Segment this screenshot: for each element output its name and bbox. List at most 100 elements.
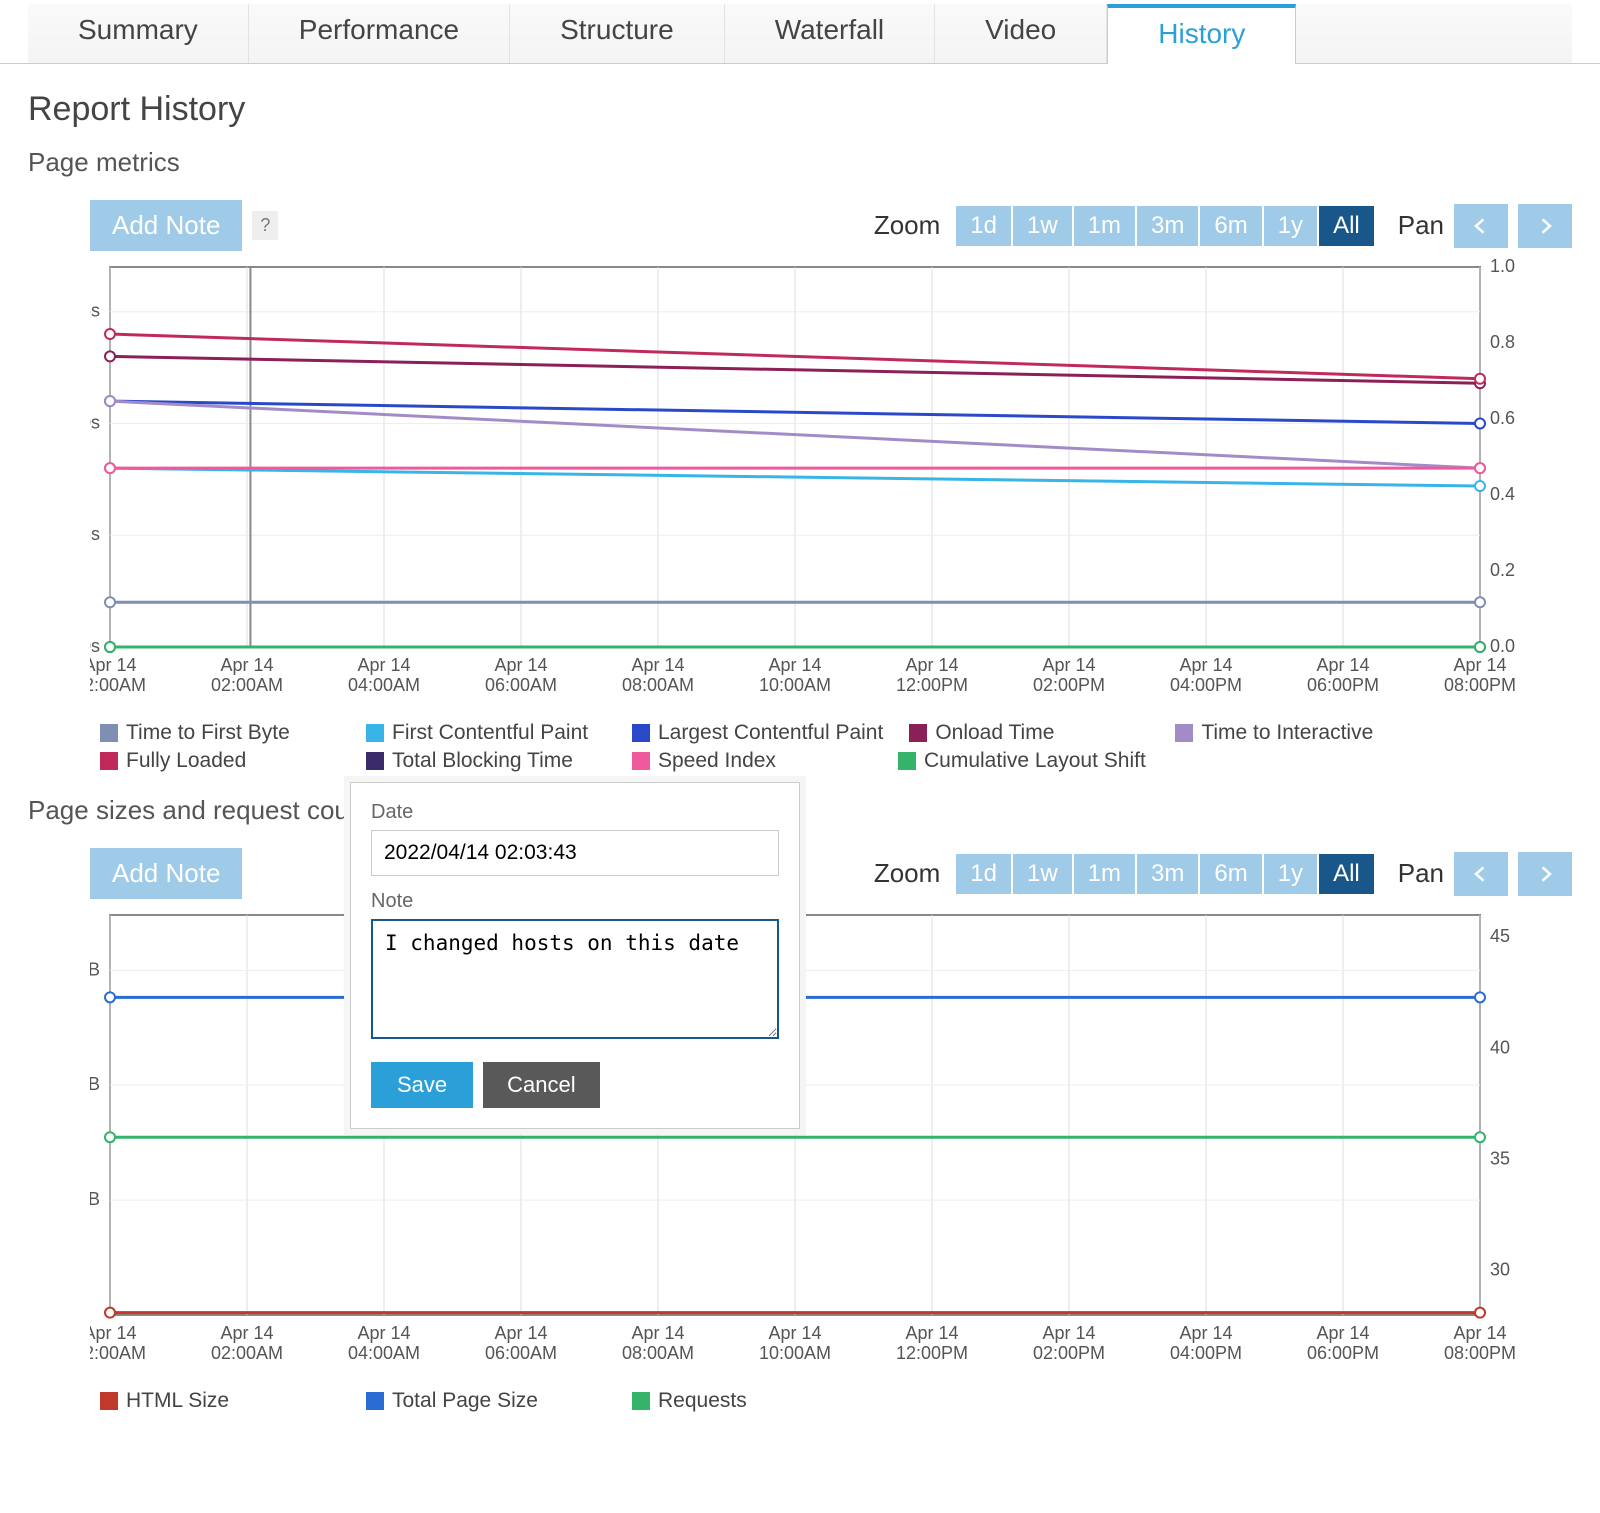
legend-label: Time to First Byte bbox=[126, 721, 290, 745]
zoom-3m[interactable]: 3m bbox=[1137, 206, 1198, 246]
legend-label: Time to Interactive bbox=[1201, 721, 1373, 745]
svg-text:08:00PM: 08:00PM bbox=[1444, 1343, 1516, 1363]
zoom-1y[interactable]: 1y bbox=[1264, 206, 1317, 246]
pan-right-button[interactable] bbox=[1518, 204, 1572, 248]
svg-text:40: 40 bbox=[1490, 1037, 1510, 1057]
legend-item[interactable]: HTML Size bbox=[100, 1389, 340, 1413]
svg-text:Apr 14: Apr 14 bbox=[1042, 655, 1095, 675]
legend-label: Cumulative Layout Shift bbox=[924, 749, 1146, 773]
legend-label: Largest Contentful Paint bbox=[658, 721, 883, 745]
tab-structure[interactable]: Structure bbox=[510, 4, 725, 63]
legend-item[interactable]: Time to Interactive bbox=[1175, 721, 1415, 745]
pan-left-button[interactable] bbox=[1454, 204, 1508, 248]
chart1-legend: Time to First Byte First Contentful Paint… bbox=[100, 721, 1572, 777]
page-title: Report History bbox=[28, 90, 1572, 129]
svg-text:Apr 14: Apr 14 bbox=[1179, 655, 1232, 675]
zoom-1y[interactable]: 1y bbox=[1264, 854, 1317, 894]
legend-label: HTML Size bbox=[126, 1389, 229, 1413]
pan-label: Pan bbox=[1398, 210, 1444, 241]
legend-label: Requests bbox=[658, 1389, 747, 1413]
svg-text:Apr 14: Apr 14 bbox=[357, 655, 410, 675]
tab-performance[interactable]: Performance bbox=[249, 4, 510, 63]
zoom-1d[interactable]: 1d bbox=[956, 854, 1011, 894]
svg-text:0.2: 0.2 bbox=[1490, 560, 1515, 580]
svg-text:1.0s: 1.0s bbox=[90, 412, 100, 432]
zoom-6m[interactable]: 6m bbox=[1200, 854, 1261, 894]
svg-text:0.5s: 0.5s bbox=[90, 524, 100, 544]
svg-text:Apr 14: Apr 14 bbox=[1179, 1323, 1232, 1343]
tab-history[interactable]: History bbox=[1107, 4, 1296, 64]
legend-item[interactable]: Fully Loaded bbox=[100, 749, 340, 773]
svg-text:Apr 14: Apr 14 bbox=[631, 1323, 684, 1343]
pan-label-2: Pan bbox=[1398, 858, 1444, 889]
chart1-toolbar: Add Note ? Zoom 1d1w1m3m6m1yAll Pan bbox=[90, 200, 1572, 251]
legend-swatch bbox=[366, 724, 384, 742]
zoom-all[interactable]: All bbox=[1319, 206, 1374, 246]
svg-text:04:00PM: 04:00PM bbox=[1170, 1343, 1242, 1363]
svg-text:04:00PM: 04:00PM bbox=[1170, 675, 1242, 695]
add-note-button[interactable]: Add Note bbox=[90, 200, 242, 251]
legend-label: Total Page Size bbox=[392, 1389, 538, 1413]
legend-item[interactable]: First Contentful Paint bbox=[366, 721, 606, 745]
svg-text:02:00AM: 02:00AM bbox=[211, 1343, 283, 1363]
svg-text:12:00PM: 12:00PM bbox=[896, 1343, 968, 1363]
svg-text:Apr 14: Apr 14 bbox=[905, 1323, 958, 1343]
save-button[interactable]: Save bbox=[371, 1062, 473, 1108]
svg-text:08:00AM: 08:00AM bbox=[622, 1343, 694, 1363]
note-date-label: Date bbox=[371, 801, 779, 824]
help-icon[interactable]: ? bbox=[252, 211, 278, 240]
svg-text:Apr 14: Apr 14 bbox=[494, 655, 547, 675]
legend-item[interactable]: Speed Index bbox=[632, 749, 872, 773]
zoom-6m[interactable]: 6m bbox=[1200, 206, 1261, 246]
zoom-all[interactable]: All bbox=[1319, 854, 1374, 894]
svg-text:04:00AM: 04:00AM bbox=[348, 675, 420, 695]
zoom-1m[interactable]: 1m bbox=[1074, 854, 1135, 894]
svg-text:0.0: 0.0 bbox=[1490, 636, 1515, 656]
legend-item[interactable]: Requests bbox=[632, 1389, 872, 1413]
svg-text:Apr 14: Apr 14 bbox=[768, 1323, 821, 1343]
legend-item[interactable]: Total Blocking Time bbox=[366, 749, 606, 773]
svg-text:1.43MB: 1.43MB bbox=[90, 960, 100, 980]
svg-text:1.0: 1.0 bbox=[1490, 257, 1515, 276]
zoom-1d[interactable]: 1d bbox=[956, 206, 1011, 246]
legend-item[interactable]: Total Page Size bbox=[366, 1389, 606, 1413]
pan-left-button-2[interactable] bbox=[1454, 852, 1508, 896]
add-note-button-2[interactable]: Add Note bbox=[90, 848, 242, 899]
zoom-1w[interactable]: 1w bbox=[1013, 206, 1072, 246]
tab-video[interactable]: Video bbox=[935, 4, 1107, 63]
legend-item[interactable]: Cumulative Layout Shift bbox=[898, 749, 1146, 773]
zoom-3m[interactable]: 3m bbox=[1137, 854, 1198, 894]
pan-right-button-2[interactable] bbox=[1518, 852, 1572, 896]
svg-text:1.5s: 1.5s bbox=[90, 301, 100, 321]
legend-swatch bbox=[632, 724, 650, 742]
note-text-input[interactable] bbox=[371, 919, 779, 1039]
cancel-button[interactable]: Cancel bbox=[483, 1062, 599, 1108]
zoom-1m[interactable]: 1m bbox=[1074, 206, 1135, 246]
chart-page-sizes: Apr 1412:00AMApr 1402:00AMApr 1404:00AMA… bbox=[90, 905, 1572, 1385]
zoom-1w[interactable]: 1w bbox=[1013, 854, 1072, 894]
svg-text:Apr 14: Apr 14 bbox=[1042, 1323, 1095, 1343]
tab-waterfall[interactable]: Waterfall bbox=[725, 4, 935, 63]
note-text-label: Note bbox=[371, 890, 779, 913]
svg-text:977KB: 977KB bbox=[90, 1074, 100, 1094]
svg-text:12:00AM: 12:00AM bbox=[90, 1343, 146, 1363]
legend-label: Speed Index bbox=[658, 749, 776, 773]
svg-text:08:00AM: 08:00AM bbox=[622, 675, 694, 695]
svg-text:Apr 14: Apr 14 bbox=[90, 1323, 137, 1343]
chart2-toolbar: Add Note Zoom 1d1w1m3m6m1yAll Pan bbox=[90, 848, 1572, 899]
svg-text:12:00PM: 12:00PM bbox=[896, 675, 968, 695]
legend-label: Fully Loaded bbox=[126, 749, 246, 773]
svg-text:Apr 14: Apr 14 bbox=[357, 1323, 410, 1343]
legend-swatch bbox=[632, 1392, 650, 1410]
legend-item[interactable]: Onload Time bbox=[909, 721, 1149, 745]
svg-text:Apr 14: Apr 14 bbox=[1316, 655, 1369, 675]
svg-text:06:00AM: 06:00AM bbox=[485, 1343, 557, 1363]
svg-text:04:00AM: 04:00AM bbox=[348, 1343, 420, 1363]
svg-text:Apr 14: Apr 14 bbox=[631, 655, 684, 675]
legend-item[interactable]: Time to First Byte bbox=[100, 721, 340, 745]
legend-swatch bbox=[100, 752, 118, 770]
note-date-input[interactable] bbox=[371, 830, 779, 876]
legend-item[interactable]: Largest Contentful Paint bbox=[632, 721, 883, 745]
tab-summary[interactable]: Summary bbox=[28, 4, 249, 63]
add-note-popover: Date Note Save Cancel bbox=[350, 782, 800, 1129]
